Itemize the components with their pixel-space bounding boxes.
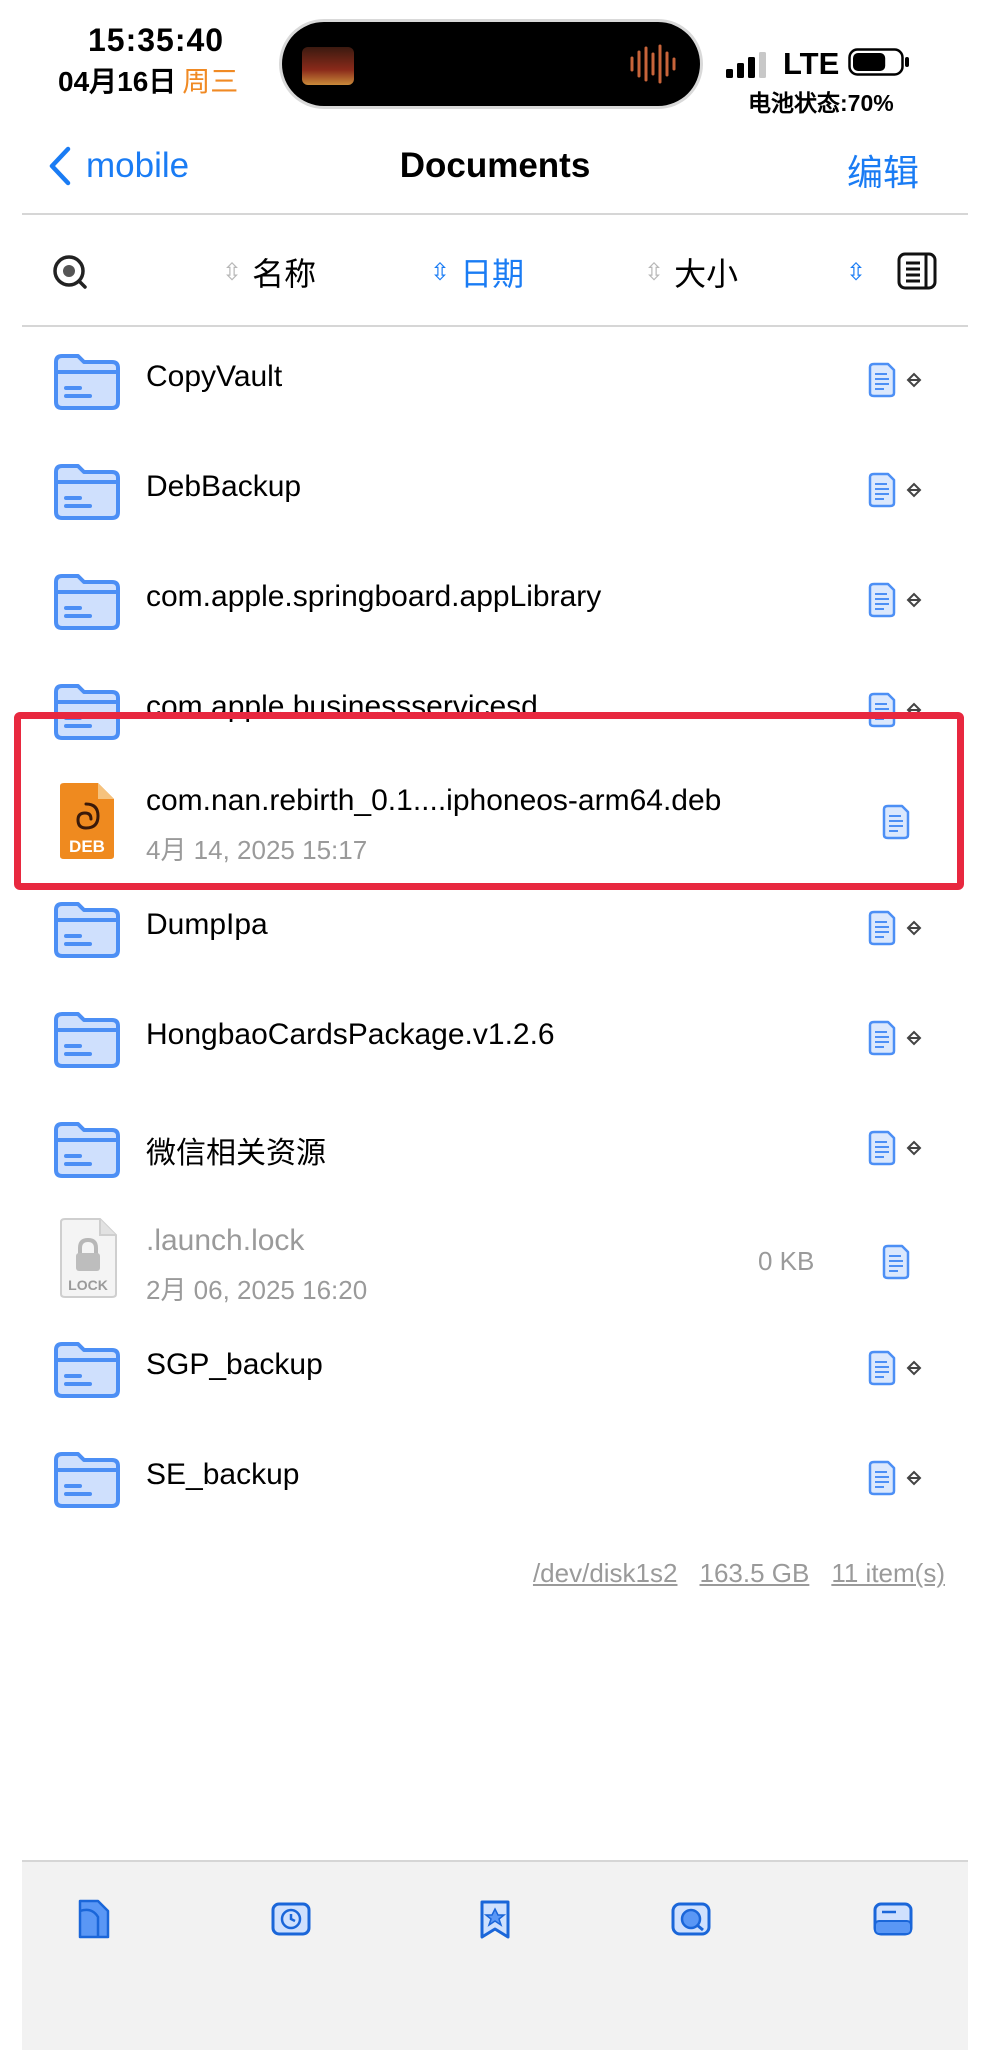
folder-icon	[54, 354, 120, 410]
tab-favorites[interactable]	[474, 1897, 516, 1941]
sort-by-date[interactable]: ⇳ 日期	[430, 242, 524, 302]
chevron-right-icon[interactable]	[905, 1139, 923, 1157]
disk-path-link[interactable]: /dev/disk1s2	[533, 1558, 678, 1589]
tab-recents[interactable]	[270, 1897, 312, 1941]
item-count-link[interactable]: 11 item(s)	[831, 1558, 945, 1589]
file-name: CopyVault	[146, 360, 283, 393]
info-document-icon[interactable]	[866, 1350, 898, 1386]
sort-by-type[interactable]: ⇳	[846, 242, 876, 302]
sort-arrows-icon: ⇳	[222, 258, 243, 286]
audio-waveform-icon	[630, 44, 676, 84]
sortbar-divider	[22, 325, 968, 327]
info-document-icon[interactable]	[866, 582, 898, 618]
tab-bar	[22, 1860, 968, 2050]
chevron-right-icon[interactable]	[905, 1359, 923, 1377]
nav-divider	[22, 213, 968, 215]
chevron-right-icon[interactable]	[905, 919, 923, 937]
info-document-icon[interactable]	[866, 472, 898, 508]
info-document-icon[interactable]	[866, 1020, 898, 1056]
file-date: 2月 06, 2025 16:20	[146, 1275, 368, 1305]
folder-icon	[54, 1122, 120, 1178]
tab-tools[interactable]	[670, 1897, 712, 1941]
view-mode-icon[interactable]	[897, 252, 937, 290]
page-title: Documents	[399, 146, 591, 185]
lock-file-icon: LOCK	[60, 1218, 117, 1298]
file-name: SGP_backup	[146, 1348, 323, 1381]
chevron-right-icon[interactable]	[905, 1469, 923, 1487]
file-name: HongbaoCardsPackage.v1.2.6	[146, 1018, 555, 1051]
sort-arrows-icon: ⇳	[430, 258, 451, 286]
file-name: com.apple.springboard.appLibrary	[146, 580, 602, 613]
now-playing-artwork	[302, 47, 354, 85]
folder-icon	[54, 1012, 120, 1068]
info-document-icon[interactable]	[866, 1130, 898, 1166]
disk-capacity-link[interactable]: 163.5 GB	[699, 1558, 809, 1589]
sort-arrows-icon: ⇳	[846, 258, 867, 286]
folder-icon	[54, 464, 120, 520]
weekday-text: 周三	[182, 66, 239, 97]
battery-status-text: 电池状态:70%	[748, 90, 894, 116]
search-icon[interactable]	[52, 254, 88, 290]
file-size: 0 KB	[758, 1246, 815, 1276]
info-document-icon[interactable]	[866, 910, 898, 946]
chevron-right-icon[interactable]	[905, 1029, 923, 1047]
chevron-right-icon[interactable]	[905, 371, 923, 389]
edit-button[interactable]: 编辑	[847, 144, 919, 196]
info-document-icon[interactable]	[866, 1460, 898, 1496]
info-document-icon[interactable]	[866, 362, 898, 398]
folder-icon	[54, 1342, 120, 1398]
sort-label: 大小	[674, 256, 739, 292]
folder-icon	[54, 902, 120, 958]
status-time: 15:35:40	[88, 22, 225, 58]
date-text: 04月16日	[58, 66, 177, 97]
file-name: 微信相关资源	[146, 1137, 326, 1170]
sort-bar: ⇳ 名称 ⇳ 日期 ⇳ 大小 ⇳	[0, 242, 981, 302]
sort-by-name[interactable]: ⇳ 名称	[222, 242, 316, 302]
network-type: LTE	[783, 46, 840, 81]
chevron-right-icon[interactable]	[905, 481, 923, 499]
tab-settings[interactable]	[872, 1897, 914, 1941]
file-name: DebBackup	[146, 470, 302, 503]
info-document-icon[interactable]	[880, 1244, 912, 1280]
cellular-signal-icon	[726, 52, 766, 78]
sort-label: 日期	[460, 256, 525, 292]
sort-by-size[interactable]: ⇳ 大小	[644, 242, 738, 302]
highlight-box	[14, 712, 964, 890]
sort-arrows-icon: ⇳	[644, 258, 665, 286]
battery-icon	[848, 48, 909, 76]
file-name: SE_backup	[146, 1458, 300, 1491]
sort-label: 名称	[252, 256, 317, 292]
folder-icon	[54, 1452, 120, 1508]
file-name: .launch.lock	[146, 1224, 305, 1257]
storage-info: /dev/disk1s2 163.5 GB 11 item(s)	[533, 1558, 945, 1589]
chevron-right-icon[interactable]	[905, 591, 923, 609]
lock-icon-label: LOCK	[68, 1277, 108, 1293]
file-name: DumpIpa	[146, 908, 268, 941]
status-date: 04月16日 周三	[58, 60, 238, 100]
tab-files[interactable]	[72, 1897, 114, 1941]
folder-icon	[54, 574, 120, 630]
